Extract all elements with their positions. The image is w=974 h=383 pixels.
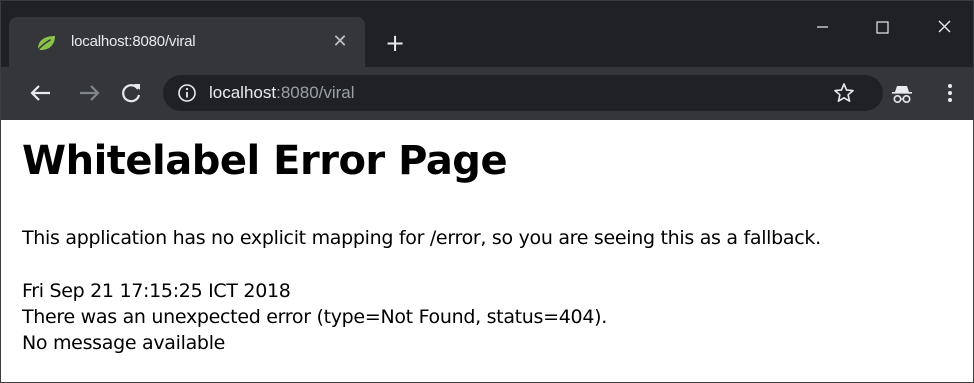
star-icon[interactable] bbox=[833, 82, 855, 104]
browser-window: localhost:8080/viral ✕ + localhost:8080/… bbox=[0, 0, 974, 383]
url-path: :8080/viral bbox=[276, 83, 355, 102]
arrow-right-icon[interactable] bbox=[75, 79, 103, 107]
tab-localhost[interactable]: localhost:8080/viral ✕ bbox=[9, 17, 365, 67]
browser-toolbar: localhost:8080/viral bbox=[1, 67, 973, 120]
maximize-icon bbox=[876, 21, 889, 34]
tab-strip: localhost:8080/viral ✕ + bbox=[1, 1, 973, 67]
page-title: Whitelabel Error Page bbox=[22, 138, 508, 184]
close-window-button[interactable] bbox=[919, 7, 969, 43]
page-content: Whitelabel Error Page This application h… bbox=[1, 120, 973, 382]
arrow-left-icon[interactable] bbox=[27, 79, 55, 107]
close-icon bbox=[938, 20, 951, 33]
timestamp-text: Fri Sep 21 17:15:25 ICT 2018 bbox=[22, 280, 291, 302]
url-text[interactable]: localhost:8080/viral bbox=[209, 83, 355, 103]
address-bar[interactable]: localhost:8080/viral bbox=[163, 75, 883, 111]
fallback-text: This application has no explicit mapping… bbox=[22, 227, 821, 249]
error-text: There was an unexpected error (type=Not … bbox=[22, 306, 607, 328]
minimize-icon bbox=[817, 26, 828, 28]
maximize-button[interactable] bbox=[857, 7, 907, 43]
info-icon[interactable] bbox=[177, 83, 197, 103]
new-tab-button[interactable]: + bbox=[381, 29, 409, 57]
minimize-button[interactable] bbox=[797, 7, 847, 43]
url-host: localhost bbox=[209, 83, 277, 102]
incognito-icon[interactable] bbox=[889, 80, 915, 106]
spring-leaf-icon bbox=[36, 36, 55, 52]
message-text: No message available bbox=[22, 332, 226, 354]
kebab-menu-icon[interactable] bbox=[937, 80, 963, 106]
reload-icon[interactable] bbox=[117, 79, 145, 107]
tab-title: localhost:8080/viral bbox=[71, 33, 196, 50]
tab-close-icon[interactable]: ✕ bbox=[329, 31, 351, 53]
